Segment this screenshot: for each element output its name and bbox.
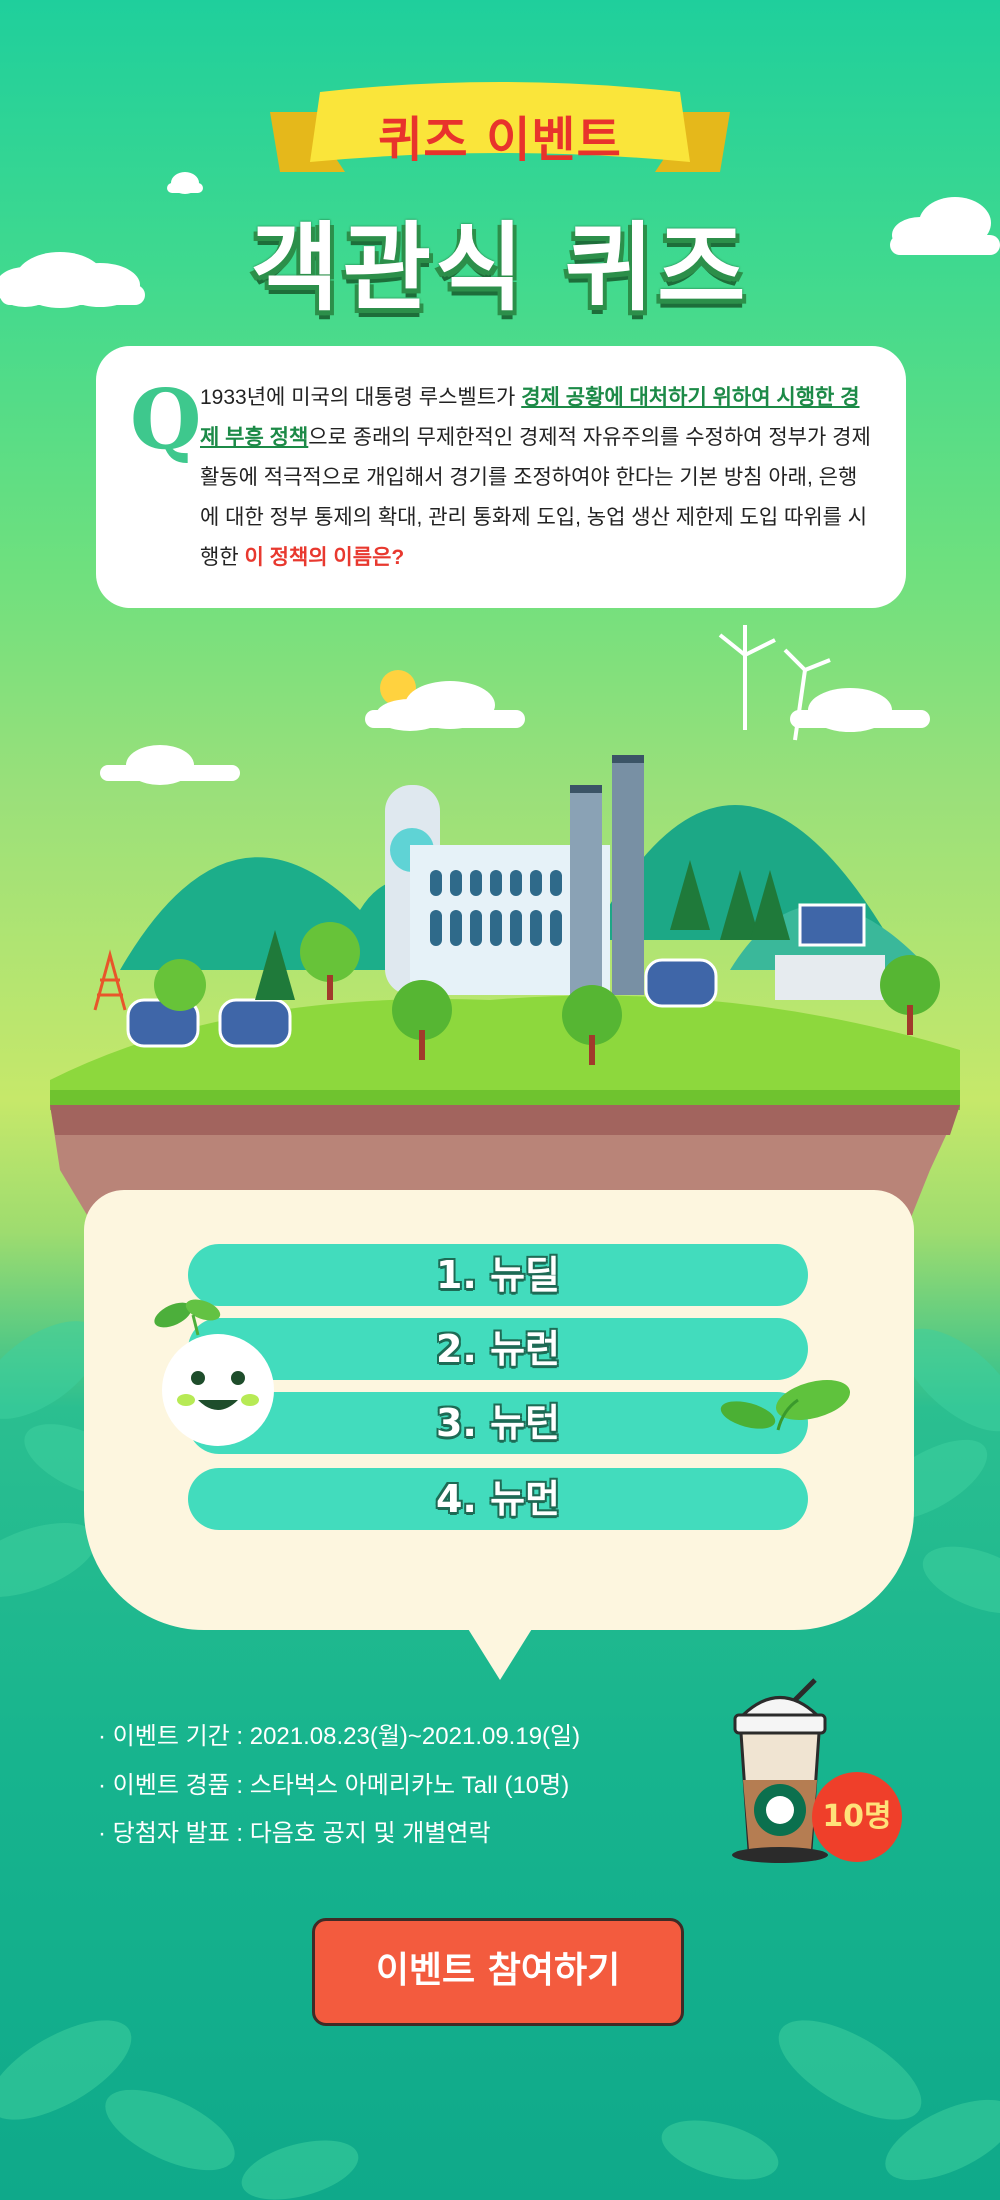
option-3[interactable]: 3. 뉴턴 [188, 1392, 808, 1454]
seed-mascot-icon [154, 1299, 274, 1446]
option-1[interactable]: 1. 뉴딜 [188, 1244, 808, 1306]
question-text-part-1: 1933년에 미국의 대통령 루스벨트가 [200, 386, 522, 409]
option-4[interactable]: 4. 뉴먼 [188, 1468, 808, 1530]
event-page: 퀴즈 이벤트 객관식 퀴즈 Q 1933년에 미국의 대통령 루스벨트가 경제 … [0, 0, 1000, 2200]
event-period: · 이벤트 기간 : 2021.08.23(월)~2021.09.19(일) [98, 1723, 581, 1750]
winner-announcement: · 당첨자 발표 : 다음호 공지 및 개별연락 [98, 1820, 491, 1847]
page-title: 객관식 퀴즈 [250, 212, 750, 324]
question-marker: Q [130, 372, 202, 468]
sprout-icon [720, 1380, 850, 1431]
prize-count-badge: 10명 [812, 1772, 902, 1862]
join-event-button[interactable]: 이벤트 참여하기 [312, 1918, 684, 2026]
answer-panel-tip [450, 1600, 550, 1680]
eco-island-illustration [50, 625, 960, 1220]
question-text: 1933년에 미국의 대통령 루스벨트가 경제 공황에 대처하기 위하여 시행한… [200, 378, 872, 578]
option-2[interactable]: 2. 뉴런 [188, 1318, 808, 1380]
event-prize: · 이벤트 경품 : 스타벅스 아메리카노 Tall (10명) [98, 1772, 570, 1799]
question-highlight-ask: 이 정책의 이름은? [244, 546, 405, 569]
ribbon-label: 퀴즈 이벤트 [378, 112, 622, 168]
